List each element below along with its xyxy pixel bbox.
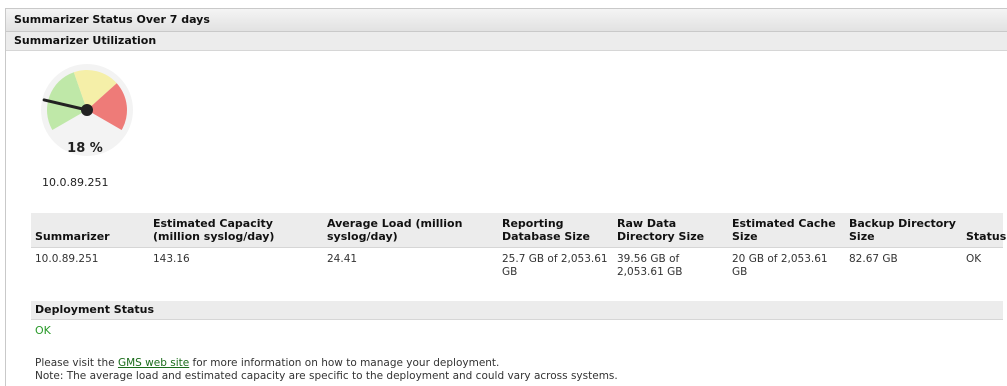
gauge-hub <box>81 104 93 116</box>
col-raw-data-dir-size: Raw Data Directory Size <box>613 213 728 248</box>
gauge-percent-label: 18 % <box>67 141 103 156</box>
table-row: 10.0.89.251 143.16 24.41 25.7 GB of 2,05… <box>31 248 1003 285</box>
notes-line-1: Please visit the GMS web site for more i… <box>35 357 618 370</box>
utilization-section-title: Summarizer Utilization <box>6 32 1007 51</box>
notes-line-2: Note: The average load and estimated cap… <box>35 370 618 382</box>
col-estimated-cache-size: Estimated Cache Size <box>728 213 845 248</box>
notes-prefix: Please visit the <box>35 357 115 369</box>
cell-estimated-capacity: 143.16 <box>153 253 190 265</box>
col-average-load: Average Load (million syslog/day) <box>323 213 498 248</box>
utilization-gauge: 18 % <box>27 60 147 180</box>
gms-website-link[interactable]: GMS web site <box>118 357 189 369</box>
deployment-status-value: OK <box>35 324 51 337</box>
deployment-status-title: Deployment Status <box>31 301 1003 320</box>
cell-estimated-cache-size: 20 GB of 2,053.61 GB <box>732 253 828 278</box>
col-summarizer: Summarizer <box>31 213 149 248</box>
cell-summarizer: 10.0.89.251 <box>35 253 99 265</box>
gauge-ip-label: 10.0.89.251 <box>42 176 109 189</box>
gauge-svg: 18 % <box>41 64 133 156</box>
summarizer-table: Summarizer Estimated Capacity (million s… <box>31 213 1006 285</box>
cell-raw-data-dir-size: 39.56 GB of 2,053.61 GB <box>617 253 683 278</box>
panel-title: Summarizer Status Over 7 days <box>6 9 1007 32</box>
col-backup-dir-size: Backup Directory Size <box>845 213 962 248</box>
col-estimated-capacity: Estimated Capacity (million syslog/day) <box>149 213 323 248</box>
cell-reporting-db-size: 25.7 GB of 2,053.61 GB <box>502 253 608 278</box>
cell-status: OK <box>966 253 982 265</box>
deployment-section: Deployment Status OK <box>31 301 1003 337</box>
col-reporting-db-size: Reporting Database Size <box>498 213 613 248</box>
table-header-row: Summarizer Estimated Capacity (million s… <box>31 213 1006 248</box>
notes-suffix: for more information on how to manage yo… <box>192 357 500 369</box>
cell-average-load: 24.41 <box>327 253 358 265</box>
notes: Please visit the GMS web site for more i… <box>35 357 618 383</box>
cell-backup-dir-size: 82.67 GB <box>849 253 898 265</box>
col-status: Status <box>962 213 1006 248</box>
